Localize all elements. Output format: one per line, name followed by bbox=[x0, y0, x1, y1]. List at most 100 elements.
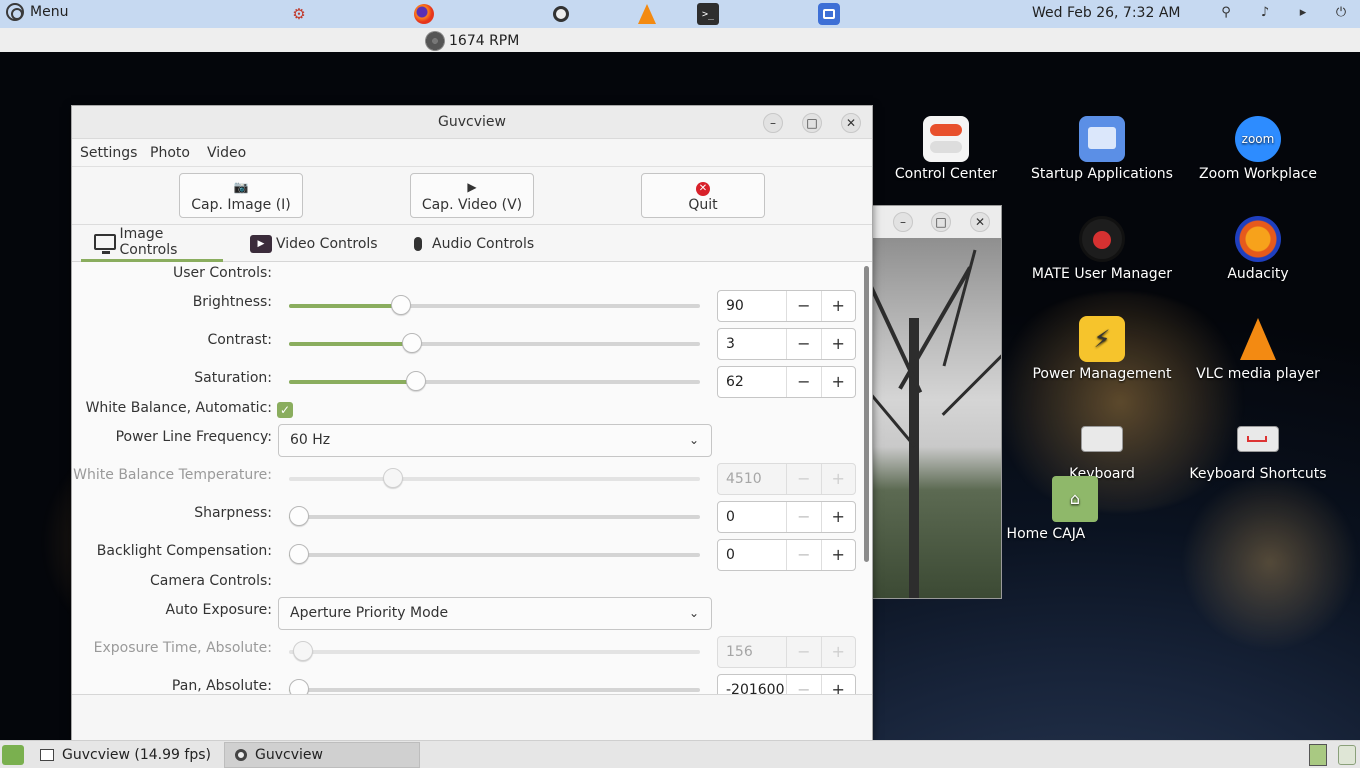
hardinfo-icon[interactable]: ⚙ bbox=[288, 3, 310, 25]
capture-video-label: Cap. Video (V) bbox=[421, 197, 523, 213]
desktop-icon-power-management[interactable]: ⚡ Power Management bbox=[1027, 316, 1177, 383]
terminal-icon[interactable]: >_ bbox=[697, 3, 719, 25]
brightness-slider[interactable] bbox=[289, 295, 700, 315]
controls-scrollbar[interactable] bbox=[864, 266, 869, 562]
contrast-decrement-button[interactable]: − bbox=[786, 329, 820, 359]
fan-speed-indicator[interactable]: 1674 RPM bbox=[425, 31, 519, 51]
contrast-slider-knob[interactable] bbox=[402, 333, 422, 353]
clock[interactable]: Wed Feb 26, 7:32 AM bbox=[1032, 5, 1180, 21]
contrast-label: Contrast: bbox=[207, 332, 272, 348]
trash-icon[interactable] bbox=[1338, 745, 1356, 765]
sharpness-increment-button[interactable]: + bbox=[820, 502, 855, 532]
minimize-button[interactable]: – bbox=[763, 113, 783, 133]
menu-photo[interactable]: Photo bbox=[150, 145, 190, 161]
volume-icon[interactable]: ▸ bbox=[1294, 5, 1312, 23]
desktop-icon-audacity[interactable]: Audacity bbox=[1183, 216, 1333, 283]
desktop-icon-startup-applications[interactable]: Startup Applications bbox=[1027, 116, 1177, 183]
desktop-icon-zoom[interactable]: zoom Zoom Workplace bbox=[1183, 116, 1333, 183]
power-icon[interactable]: ⏻ bbox=[1332, 5, 1350, 23]
tab-video-controls[interactable]: ▶ Video Controls bbox=[250, 225, 378, 262]
exposure-time-spinbox: 156 − + bbox=[717, 636, 856, 668]
sharpness-spinbox[interactable]: 0 − + bbox=[717, 501, 856, 533]
brightness-increment-button[interactable]: + bbox=[820, 291, 855, 321]
saturation-increment-button[interactable]: + bbox=[820, 367, 855, 397]
show-desktop-button[interactable] bbox=[2, 745, 24, 765]
notification-bell-icon[interactable]: ♪ bbox=[1256, 5, 1274, 23]
wb-temperature-decrement-button: − bbox=[786, 464, 820, 494]
desktop-icon-control-center[interactable]: Control Center bbox=[871, 116, 1021, 183]
window-titlebar[interactable]: Guvcview – □ ✕ bbox=[72, 106, 872, 139]
capture-image-button[interactable]: 📷 Cap. Image (I) bbox=[179, 173, 303, 218]
saturation-slider-knob[interactable] bbox=[406, 371, 426, 391]
window-switcher-icon[interactable] bbox=[818, 3, 840, 25]
camera-preview-window[interactable]: – □ ✕ bbox=[872, 205, 1002, 599]
menu-settings[interactable]: Settings bbox=[80, 145, 137, 161]
brightness-decrement-button[interactable]: − bbox=[786, 291, 820, 321]
sharpness-value[interactable]: 0 bbox=[718, 502, 786, 532]
backlight-compensation-value[interactable]: 0 bbox=[718, 540, 786, 570]
contrast-value[interactable]: 3 bbox=[718, 329, 786, 359]
tab-image-controls[interactable]: Image Controls bbox=[81, 225, 223, 262]
maximize-button[interactable]: □ bbox=[802, 113, 822, 133]
exposure-time-slider-knob bbox=[293, 641, 313, 661]
workspace-switcher[interactable] bbox=[1309, 744, 1327, 766]
pan-absolute-increment-button[interactable]: + bbox=[820, 675, 855, 694]
brightness-value[interactable]: 90 bbox=[718, 291, 786, 321]
startup-applications-icon bbox=[1079, 116, 1125, 162]
guvcview-window[interactable]: Guvcview – □ ✕ Settings Photo Video 📷 Ca… bbox=[71, 105, 873, 741]
tab-audio-controls[interactable]: Audio Controls bbox=[414, 225, 534, 262]
power-line-frequency-select[interactable]: 60 Hz ⌄ bbox=[278, 424, 712, 457]
backlight-compensation-slider-knob[interactable] bbox=[289, 544, 309, 564]
firefox-icon[interactable] bbox=[413, 3, 435, 25]
backlight-compensation-spinbox[interactable]: 0 − + bbox=[717, 539, 856, 571]
saturation-value[interactable]: 62 bbox=[718, 367, 786, 397]
pan-absolute-decrement-button[interactable]: − bbox=[786, 675, 820, 694]
brightness-spinbox[interactable]: 90 − + bbox=[717, 290, 856, 322]
pan-absolute-spinbox[interactable]: -201600 − + bbox=[717, 674, 856, 694]
saturation-slider[interactable] bbox=[289, 371, 700, 391]
quit-button[interactable]: ✕ Quit bbox=[641, 173, 765, 218]
desktop-icon-keyboard[interactable]: Keyboard bbox=[1027, 416, 1177, 483]
saturation-spinbox[interactable]: 62 − + bbox=[717, 366, 856, 398]
capture-video-button[interactable]: ▶ Cap. Video (V) bbox=[410, 173, 534, 218]
backlight-compensation-increment-button[interactable]: + bbox=[820, 540, 855, 570]
taskbar-guvcview-fps[interactable]: Guvcview (14.99 fps) bbox=[30, 742, 222, 768]
webcam-icon[interactable] bbox=[550, 3, 572, 25]
backlight-compensation-slider[interactable] bbox=[289, 544, 700, 564]
preview-minimize-button[interactable]: – bbox=[893, 212, 913, 232]
pan-absolute-slider-knob[interactable] bbox=[289, 679, 309, 694]
power-line-frequency-label: Power Line Frequency: bbox=[115, 429, 272, 445]
pan-absolute-value[interactable]: -201600 bbox=[718, 675, 786, 694]
network-icon[interactable]: ⚲ bbox=[1217, 5, 1235, 23]
wb-temperature-spinbox: 4510 − + bbox=[717, 463, 856, 495]
sharpness-slider-knob[interactable] bbox=[289, 506, 309, 526]
white-balance-auto-checkbox[interactable]: ✓ bbox=[277, 402, 293, 418]
toolbar: 📷 Cap. Image (I) ▶ Cap. Video (V) ✕ Quit bbox=[72, 167, 872, 225]
backlight-compensation-decrement-button[interactable]: − bbox=[786, 540, 820, 570]
contrast-slider[interactable] bbox=[289, 333, 700, 353]
secondary-panel: 1674 RPM bbox=[0, 28, 1360, 52]
camera-feed bbox=[873, 238, 1001, 598]
menu-video[interactable]: Video bbox=[207, 145, 246, 161]
desktop-icon-mate-user-manager[interactable]: MATE User Manager bbox=[1027, 216, 1177, 283]
contrast-increment-button[interactable]: + bbox=[820, 329, 855, 359]
vlc-icon[interactable] bbox=[636, 3, 658, 25]
sharpness-slider[interactable] bbox=[289, 506, 700, 526]
camera-controls-heading: Camera Controls: bbox=[149, 573, 272, 589]
desktop-icon-vlc[interactable]: VLC media player bbox=[1183, 316, 1333, 383]
preview-titlebar[interactable]: – □ ✕ bbox=[873, 206, 1001, 238]
home-folder-icon: ⌂ bbox=[1052, 476, 1098, 522]
preview-close-button[interactable]: ✕ bbox=[970, 212, 990, 232]
taskbar-guvcview[interactable]: Guvcview bbox=[224, 742, 420, 768]
close-button[interactable]: ✕ bbox=[841, 113, 861, 133]
auto-exposure-select[interactable]: Aperture Priority Mode ⌄ bbox=[278, 597, 712, 630]
preview-maximize-button[interactable]: □ bbox=[931, 212, 951, 232]
pan-absolute-slider[interactable] bbox=[289, 679, 700, 694]
brightness-slider-knob[interactable] bbox=[391, 295, 411, 315]
tab-image-controls-label: Image Controls bbox=[119, 226, 178, 258]
desktop-icon-keyboard-shortcuts[interactable]: Keyboard Shortcuts bbox=[1183, 416, 1333, 483]
contrast-spinbox[interactable]: 3 − + bbox=[717, 328, 856, 360]
main-menu-button[interactable]: Menu bbox=[6, 3, 68, 21]
saturation-decrement-button[interactable]: − bbox=[786, 367, 820, 397]
sharpness-decrement-button[interactable]: − bbox=[786, 502, 820, 532]
